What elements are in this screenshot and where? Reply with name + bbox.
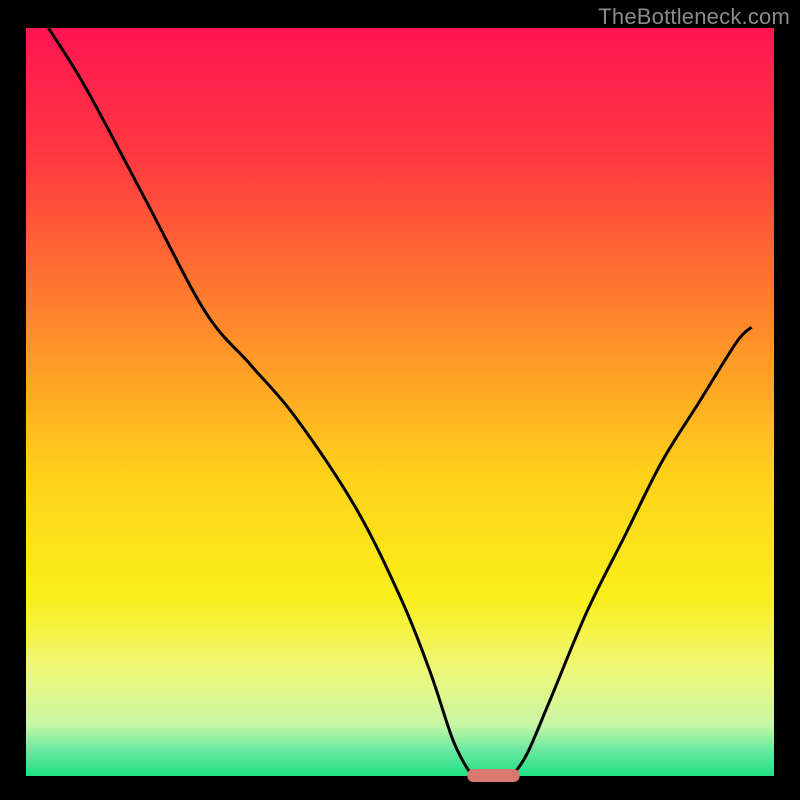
optimal-range-marker [467, 769, 519, 782]
bottleneck-chart [0, 0, 800, 800]
gradient-background [26, 28, 774, 776]
chart-frame: TheBottleneck.com [0, 0, 800, 800]
watermark-text: TheBottleneck.com [598, 4, 790, 30]
